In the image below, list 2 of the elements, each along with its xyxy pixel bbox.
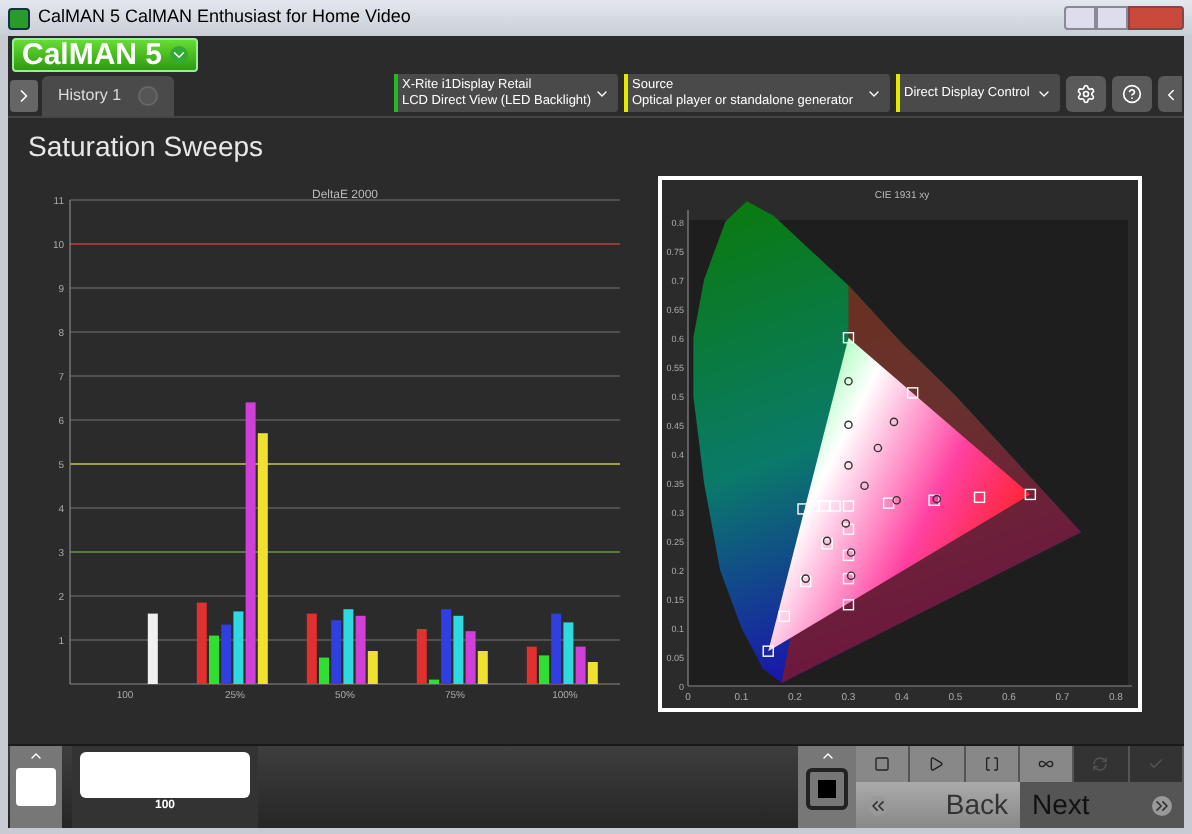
page-title: Saturation Sweeps <box>28 128 264 166</box>
window-title: CalMAN 5 CalMAN Enthusiast for Home Video <box>38 4 411 31</box>
